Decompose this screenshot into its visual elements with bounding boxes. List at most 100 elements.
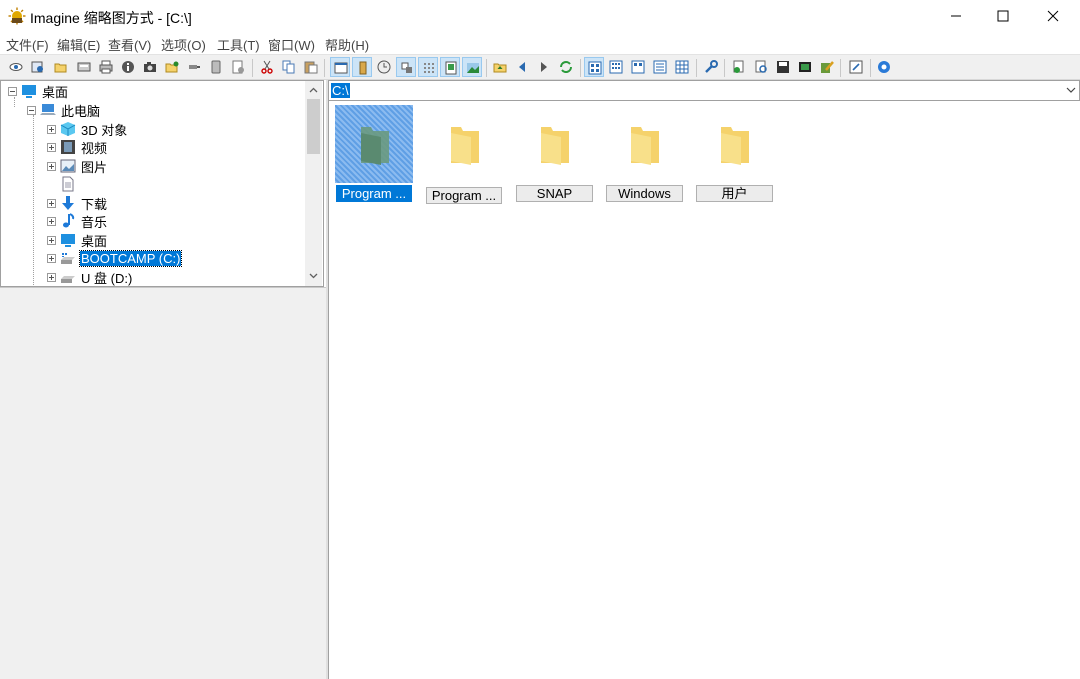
thumbnail-item[interactable]: Program ... bbox=[425, 105, 503, 205]
tools-button[interactable] bbox=[701, 57, 721, 77]
refresh-view-button[interactable] bbox=[374, 57, 394, 77]
thumbnail-image bbox=[605, 105, 683, 183]
paste-button[interactable] bbox=[301, 57, 321, 77]
minimize-icon bbox=[951, 15, 961, 17]
tag-button[interactable] bbox=[396, 57, 416, 77]
thumbs-small-button[interactable] bbox=[628, 57, 648, 77]
tree-item-documents[interactable] bbox=[60, 175, 82, 193]
thumbnail-label: SNAP bbox=[516, 185, 593, 202]
help-button[interactable] bbox=[874, 57, 894, 77]
view-button[interactable] bbox=[6, 57, 26, 77]
scan-button[interactable] bbox=[74, 57, 94, 77]
thumbs-large-button[interactable] bbox=[584, 57, 604, 77]
thumbs-medium-button[interactable] bbox=[606, 57, 626, 77]
tree-item-desktop-root[interactable]: 桌面 bbox=[8, 82, 69, 100]
maximize-button[interactable] bbox=[980, 0, 1026, 32]
folder-up-icon bbox=[493, 63, 507, 73]
thumbnail-item[interactable]: SNAP bbox=[515, 105, 593, 205]
reload-icon bbox=[560, 61, 572, 73]
list-button[interactable] bbox=[650, 57, 670, 77]
toolbar bbox=[0, 54, 1080, 80]
open-button[interactable] bbox=[28, 57, 48, 77]
minimize-button[interactable] bbox=[933, 0, 979, 32]
folder-icon bbox=[631, 127, 659, 165]
usb-button[interactable] bbox=[184, 57, 204, 77]
tree-item-pictures[interactable]: 图片 bbox=[47, 157, 108, 175]
add-image-button[interactable] bbox=[729, 57, 749, 77]
tree-item-3d-objects[interactable]: 3D 对象 bbox=[47, 120, 128, 138]
path-input[interactable]: C:\ bbox=[331, 83, 350, 98]
thumbnail-item[interactable]: Program ... bbox=[335, 105, 413, 205]
thumbnail-item[interactable]: 用户 bbox=[695, 105, 773, 205]
usb-icon bbox=[189, 65, 200, 69]
film-icon bbox=[61, 140, 75, 154]
slideshow-button[interactable] bbox=[795, 57, 815, 77]
expand-icon[interactable] bbox=[47, 253, 56, 263]
camera-button[interactable] bbox=[140, 57, 160, 77]
tree-item-label: BOOTCAMP (C:) bbox=[78, 249, 183, 267]
disk-button[interactable] bbox=[206, 57, 226, 77]
thumbnail-image bbox=[695, 105, 773, 183]
folder-icon bbox=[451, 127, 479, 165]
zoom-button[interactable] bbox=[751, 57, 771, 77]
scroll-down-button[interactable] bbox=[305, 267, 322, 284]
frame-icon bbox=[445, 61, 457, 75]
forward-button[interactable] bbox=[534, 57, 554, 77]
tree-item-drive-d[interactable]: U 盘 (D:) bbox=[47, 268, 133, 286]
tree-item-videos[interactable]: 视频 bbox=[47, 138, 108, 156]
rename-button[interactable] bbox=[846, 57, 866, 77]
window-view-button[interactable] bbox=[330, 57, 350, 77]
tree-item-drive-c[interactable]: BOOTCAMP (C:) bbox=[47, 249, 183, 267]
close-button[interactable] bbox=[1030, 0, 1076, 32]
thumbnail-view[interactable]: Program ... Program ... SNAP Windows 用户 bbox=[328, 101, 1080, 679]
menu-options[interactable]: 选项(O) bbox=[161, 35, 206, 54]
folder-up-button[interactable] bbox=[490, 57, 510, 77]
collapse-icon[interactable] bbox=[8, 86, 17, 96]
expand-icon[interactable] bbox=[47, 235, 56, 245]
expand-icon[interactable] bbox=[47, 124, 56, 134]
menu-view[interactable]: 查看(V) bbox=[108, 35, 151, 54]
picture-icon bbox=[60, 159, 76, 173]
image-button[interactable] bbox=[462, 57, 482, 77]
scroll-up-button[interactable] bbox=[305, 81, 322, 98]
folder-tree[interactable]: 桌面 此电脑 3D 对象 视频 图片 下载 音乐 桌面 BOOTCAMP (C:… bbox=[0, 80, 324, 287]
expand-icon[interactable] bbox=[47, 198, 56, 208]
chevron-down-icon[interactable] bbox=[1065, 83, 1077, 97]
path-combobox[interactable]: C:\ bbox=[328, 80, 1080, 101]
menu-edit[interactable]: 编辑(E) bbox=[57, 35, 100, 54]
cut-button[interactable] bbox=[257, 57, 277, 77]
tree-item-downloads[interactable]: 下载 bbox=[47, 194, 108, 212]
expand-icon[interactable] bbox=[47, 142, 56, 152]
back-button[interactable] bbox=[512, 57, 532, 77]
reload-button[interactable] bbox=[556, 57, 576, 77]
info-button[interactable] bbox=[118, 57, 138, 77]
thumbnail-item[interactable]: Windows bbox=[605, 105, 683, 205]
grid-button[interactable] bbox=[418, 57, 438, 77]
menu-file[interactable]: 文件(F) bbox=[6, 35, 49, 54]
menu-tools[interactable]: 工具(T) bbox=[217, 35, 260, 54]
filmstrip-button[interactable] bbox=[352, 57, 372, 77]
menu-help[interactable]: 帮助(H) bbox=[325, 35, 369, 54]
details-button[interactable] bbox=[672, 57, 692, 77]
menu-window[interactable]: 窗口(W) bbox=[268, 35, 315, 54]
save-button[interactable] bbox=[773, 57, 793, 77]
favorite-folder-button[interactable] bbox=[162, 57, 182, 77]
edit-button[interactable] bbox=[817, 57, 837, 77]
collapse-icon[interactable] bbox=[27, 105, 36, 115]
frame-button[interactable] bbox=[440, 57, 460, 77]
properties-button[interactable] bbox=[228, 57, 248, 77]
expand-icon[interactable] bbox=[47, 216, 56, 226]
tree-item-label: 桌面 bbox=[81, 233, 108, 249]
scroll-thumb[interactable] bbox=[307, 99, 320, 154]
copy-button[interactable] bbox=[279, 57, 299, 77]
tree-item-this-pc[interactable]: 此电脑 bbox=[27, 101, 101, 119]
print-button[interactable] bbox=[96, 57, 116, 77]
tree-scrollbar[interactable] bbox=[305, 81, 322, 286]
tree-item-desktop[interactable]: 桌面 bbox=[47, 231, 108, 249]
camera-icon bbox=[144, 62, 156, 72]
expand-icon[interactable] bbox=[47, 272, 56, 282]
tree-item-music[interactable]: 音乐 bbox=[47, 212, 108, 230]
toolbar-separator bbox=[580, 59, 581, 77]
expand-icon[interactable] bbox=[47, 161, 56, 171]
open-folder-button[interactable] bbox=[51, 57, 71, 77]
